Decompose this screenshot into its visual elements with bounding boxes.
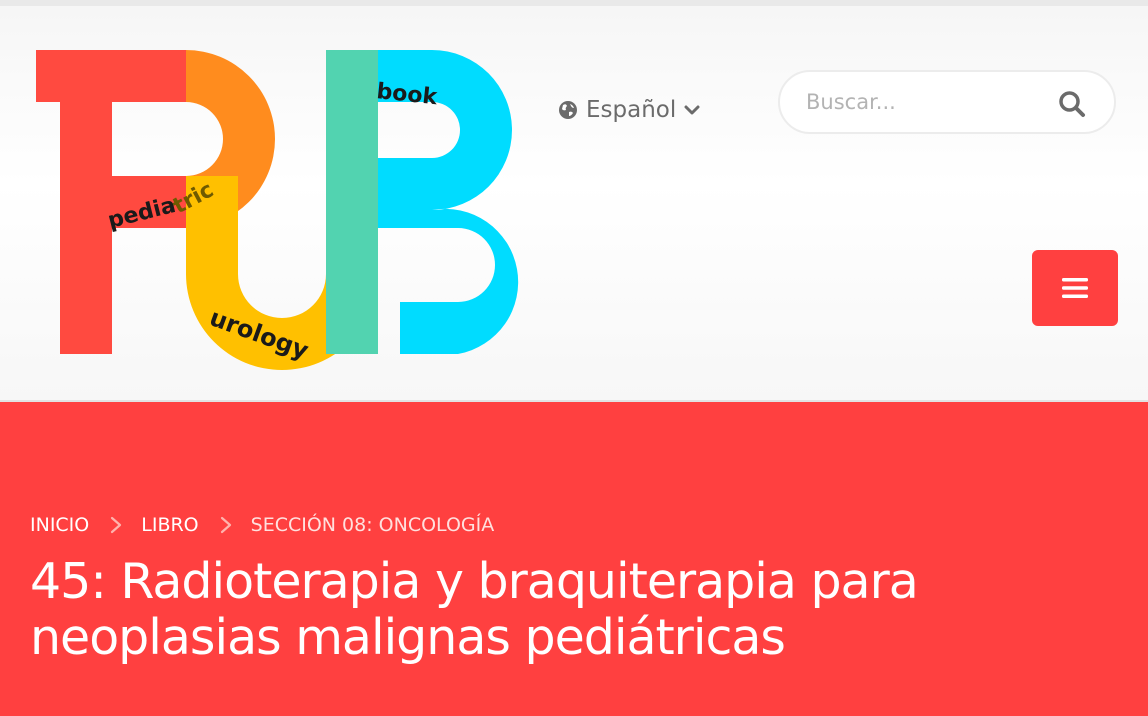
globe-icon <box>559 101 577 119</box>
logo-p-top <box>36 50 186 102</box>
breadcrumb: INICIO LIBRO SECCIÓN 08: ONCOLOGÍA <box>30 514 494 536</box>
chevron-down-icon <box>684 105 700 115</box>
page-title: 45: Radioterapia y braquiterapia para ne… <box>30 553 919 666</box>
hamburger-icon <box>1062 278 1088 298</box>
language-label: Español <box>586 97 677 123</box>
menu-button[interactable] <box>1032 250 1118 326</box>
search-icon[interactable] <box>1058 90 1086 118</box>
breadcrumb-item-libro[interactable]: LIBRO <box>141 514 198 536</box>
language-selector[interactable]: Español <box>558 92 700 128</box>
chevron-right-icon <box>220 516 231 534</box>
chevron-right-icon <box>111 516 122 534</box>
pub-logo[interactable]: pedia tric urology book <box>30 42 540 372</box>
site-header: pedia tric urology book Español <box>0 6 1148 402</box>
breadcrumb-item-inicio[interactable]: INICIO <box>30 514 89 536</box>
logo-word-book: book <box>375 79 439 110</box>
logo-b-stem <box>326 50 378 354</box>
page-hero: INICIO LIBRO SECCIÓN 08: ONCOLOGÍA 45: R… <box>0 402 1148 716</box>
search-input[interactable] <box>804 89 1038 115</box>
search-box <box>778 70 1116 134</box>
breadcrumb-item-current: SECCIÓN 08: ONCOLOGÍA <box>250 514 495 536</box>
